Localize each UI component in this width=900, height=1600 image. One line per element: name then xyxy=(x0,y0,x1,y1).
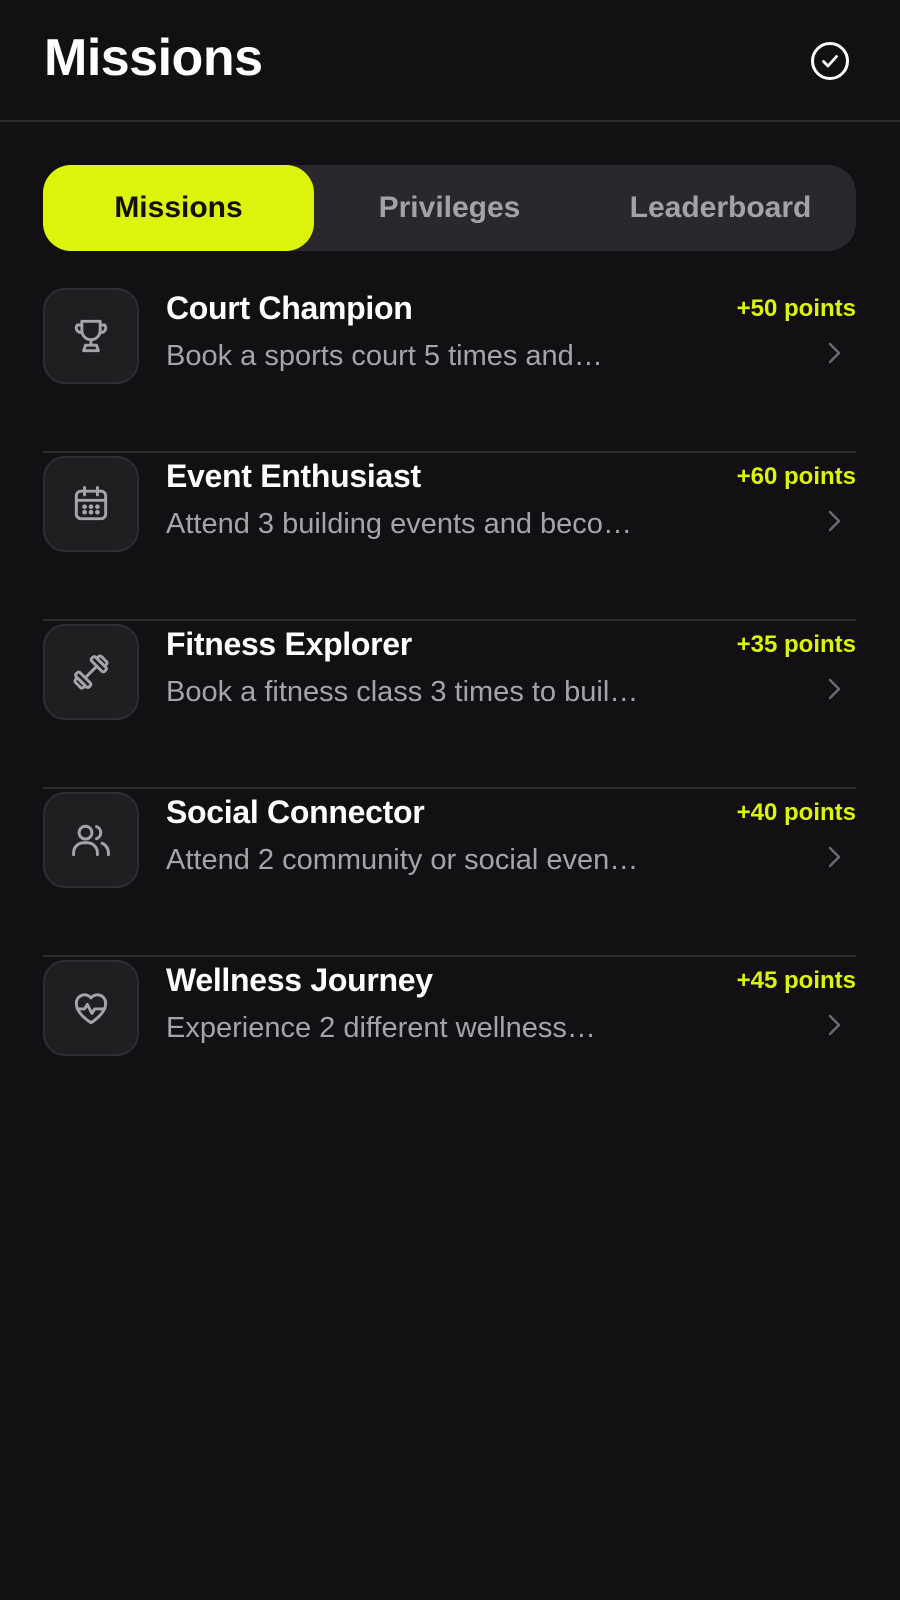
chevron-right-icon xyxy=(828,510,841,532)
mission-item-wellness-journey[interactable]: Wellness Journey Experience 2 different … xyxy=(43,957,856,1125)
dumbbell-icon xyxy=(73,654,109,690)
segmented-tabs: Missions Privileges Leaderboard xyxy=(43,165,856,251)
chevron-right-icon xyxy=(828,342,841,364)
mission-list: Court Champion Book a sports court 5 tim… xyxy=(43,285,856,1125)
mission-item-event-enthusiast[interactable]: Event Enthusiast Attend 3 building event… xyxy=(43,453,856,621)
mission-title: Event Enthusiast xyxy=(166,458,421,494)
mission-icon-box xyxy=(43,288,139,384)
chevron-right-icon xyxy=(828,1014,841,1036)
mission-points: +40 points xyxy=(736,799,856,826)
mission-points: +60 points xyxy=(736,463,856,490)
mission-title: Wellness Journey xyxy=(166,962,433,998)
mission-description: Book a sports court 5 times and… xyxy=(166,340,603,372)
mission-icon-box xyxy=(43,960,139,1056)
chevron-right-icon xyxy=(828,678,841,700)
tab-missions[interactable]: Missions xyxy=(43,165,314,251)
tab-privileges[interactable]: Privileges xyxy=(314,165,585,251)
mission-points: +45 points xyxy=(736,967,856,994)
mission-title: Court Champion xyxy=(166,290,413,326)
mission-title: Fitness Explorer xyxy=(166,626,412,662)
mission-points: +50 points xyxy=(736,295,856,322)
mission-icon-box xyxy=(43,456,139,552)
page-title: Missions xyxy=(44,29,263,87)
trophy-icon xyxy=(74,319,108,353)
mission-icon-box xyxy=(43,624,139,720)
mission-icon-box xyxy=(43,792,139,888)
heart-pulse-icon xyxy=(74,993,108,1025)
users-icon xyxy=(72,824,110,857)
mission-title: Social Connector xyxy=(166,794,425,830)
mission-description: Book a fitness class 3 times to buil… xyxy=(166,676,639,708)
mission-points: +35 points xyxy=(736,631,856,658)
header: Missions xyxy=(0,0,900,122)
mission-item-fitness-explorer[interactable]: Fitness Explorer Book a fitness class 3 … xyxy=(43,621,856,789)
mission-description: Experience 2 different wellness… xyxy=(166,1012,596,1044)
mission-description: Attend 2 community or social even… xyxy=(166,844,639,876)
chevron-right-icon xyxy=(828,846,841,868)
mission-description: Attend 3 building events and beco… xyxy=(166,508,632,540)
check-circle-icon[interactable] xyxy=(810,41,850,81)
mission-item-social-connector[interactable]: Social Connector Attend 2 community or s… xyxy=(43,789,856,957)
calendar-icon xyxy=(74,486,108,521)
mission-item-court-champion[interactable]: Court Champion Book a sports court 5 tim… xyxy=(43,285,856,453)
tab-leaderboard[interactable]: Leaderboard xyxy=(585,165,856,251)
